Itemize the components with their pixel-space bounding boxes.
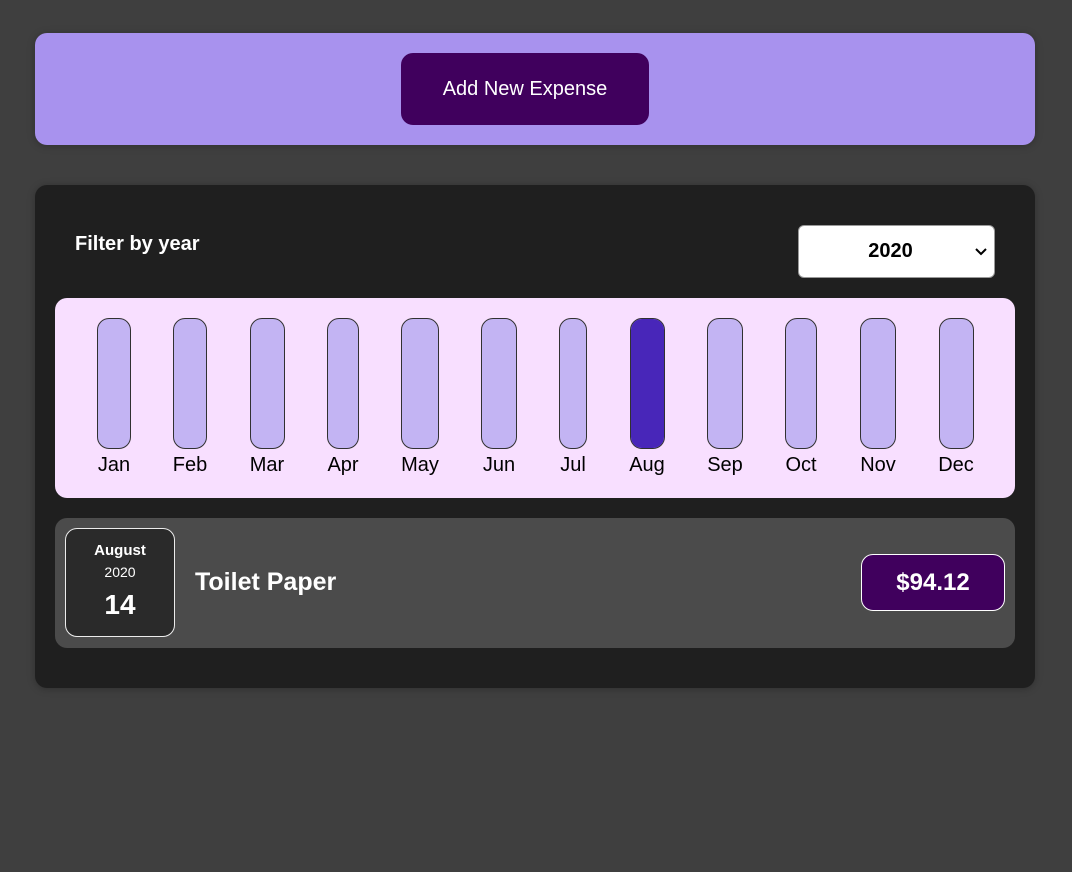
chart-bar-nov [860,318,896,449]
chart-bar-jul [559,318,587,449]
expense-date-day: 14 [104,589,136,620]
expenses-chart: Jan Feb Mar Apr May Jun Jul Aug Sep Oct Nov Dec [55,298,1015,498]
filter-label: Filter by year [75,233,200,255]
expenses-panel: Filter by year 2020 Jan Feb Mar Apr May Jun Ju… [35,185,1035,688]
year-filter-select[interactable]: 2020 [798,225,995,278]
chart-bar-feb [173,318,207,449]
chart-bar-jan [97,318,131,449]
chart-bar-sep [707,318,743,449]
year-select-value: 2020 [868,240,913,262]
chart-bar-jun [481,318,517,449]
expense-title: Toilet Paper [195,568,337,596]
chart-bar-mar [249,318,285,449]
chart-bar-apr [327,318,359,449]
chart-bar-aug [629,318,665,449]
expense-date: August 2020 14 [65,528,175,637]
expense-price: $94.12 [861,554,1005,611]
chart-label-may: May [401,454,439,476]
expense-date-month: August [94,542,146,559]
chart-label-dec: Dec [938,454,974,476]
chart-label-jul: Jul [560,454,586,476]
expense-date-year: 2020 [104,564,136,580]
expense-item: August 2020 14 Toilet Paper $94.12 [55,518,1015,648]
chart-label-oct: Oct [785,454,817,476]
chart-label-mar: Mar [249,454,285,476]
chart-label-nov: Nov [860,454,896,476]
chart-bar-fill-aug [630,319,664,448]
chart-label-apr: Apr [327,454,359,476]
chart-label-jun: Jun [482,454,516,476]
chart-bar-oct [785,318,817,449]
chart-label-feb: Feb [172,454,208,476]
add-new-expense-button[interactable]: Add New Expense [401,53,649,125]
chart-label-jan: Jan [97,454,131,476]
chart-label-aug: Aug [629,454,665,476]
chevron-down-icon [968,247,994,256]
chart-bar-dec [938,318,974,449]
chart-bar-may [401,318,439,449]
new-expense-panel: Add New Expense [35,33,1035,145]
chart-label-sep: Sep [707,454,743,476]
